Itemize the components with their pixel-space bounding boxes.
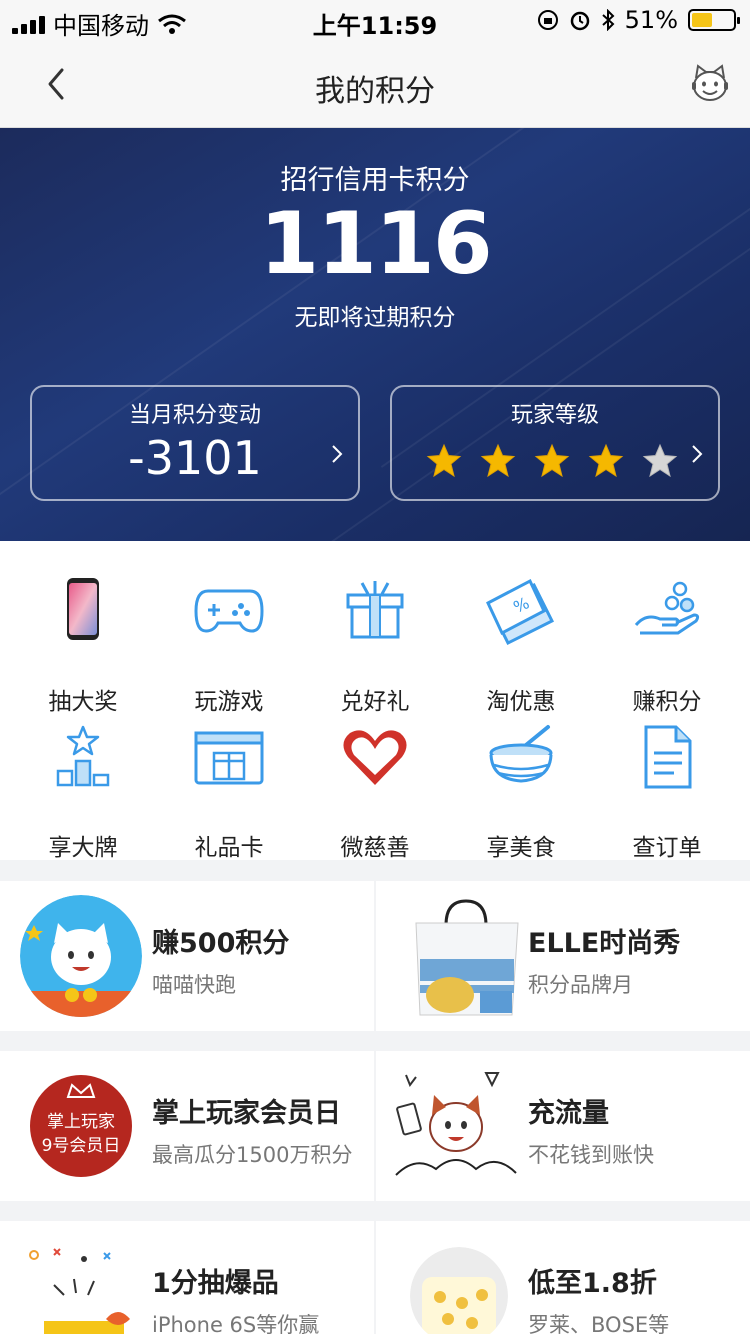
card-title: 赚500积分 bbox=[152, 928, 290, 959]
level-stars bbox=[426, 443, 678, 479]
promo-card-discount[interactable]: 低至1.8折 罗莱、BOSE等 bbox=[376, 1221, 750, 1334]
star-filled-icon bbox=[534, 443, 570, 478]
promo-card-lucky-draw[interactable]: 1分抽爆品 iPhone 6S等你赢 bbox=[0, 1221, 374, 1334]
customer-service-avatar-icon[interactable] bbox=[688, 62, 732, 106]
grid-label: 玩游戏 bbox=[194, 689, 264, 715]
blanket-image bbox=[410, 1247, 508, 1334]
crown-cat-icon bbox=[66, 1083, 96, 1098]
nav-bar: 我的积分 bbox=[0, 40, 750, 128]
gift-icon bbox=[346, 581, 404, 639]
grid-label: 享大牌 bbox=[48, 835, 118, 861]
grid-label: 查订单 bbox=[632, 835, 702, 861]
star-filled-icon bbox=[426, 443, 462, 478]
bluetooth-icon bbox=[601, 9, 615, 31]
grid-label: 礼品卡 bbox=[194, 835, 264, 861]
grid-item-charity[interactable]: 微慈善 bbox=[302, 723, 448, 863]
card-subtitle: 积分品牌月 bbox=[528, 973, 633, 997]
promo-card-run[interactable]: 赚500积分 喵喵快跑 bbox=[0, 881, 374, 1031]
document-icon bbox=[644, 725, 692, 789]
grid-item-brands[interactable]: 享大牌 bbox=[10, 723, 156, 863]
card-title: 低至1.8折 bbox=[528, 1268, 657, 1299]
battery-percent: 51% bbox=[624, 6, 678, 34]
monthly-change-label: 当月积分变动 bbox=[128, 403, 261, 428]
card-subtitle: iPhone 6S等你赢 bbox=[152, 1313, 320, 1334]
expiring-points-note: 无即将过期积分 bbox=[294, 305, 456, 331]
grid-label: 享美食 bbox=[486, 835, 556, 861]
status-bar: 中国移动 上午11:59 51% bbox=[0, 0, 750, 40]
status-right: 51% bbox=[537, 6, 740, 34]
grid-item-gift-card[interactable]: 礼品卡 bbox=[156, 723, 302, 863]
battery-icon bbox=[688, 9, 740, 31]
grid-label: 兑好礼 bbox=[340, 689, 410, 715]
quick-action-grid: 抽大奖 玩游戏 兑好礼 % 淘优惠 赚积分 享大牌 礼品卡 微慈善 享美食 查订… bbox=[0, 541, 750, 860]
points-hero: 招行信用卡积分 1116 无即将过期积分 当月积分变动 -3101 玩家等级 bbox=[0, 128, 750, 541]
grid-item-orders[interactable]: 查订单 bbox=[594, 723, 740, 863]
running-cat-image bbox=[20, 895, 142, 1017]
card-title: 掌上玩家会员日 bbox=[152, 1098, 341, 1129]
promo-card-member-day[interactable]: 掌上玩家 9号会员日 掌上玩家会员日 最高瓜分1500万积分 bbox=[0, 1051, 374, 1201]
player-level-card[interactable]: 玩家等级 bbox=[390, 385, 720, 501]
rotation-lock-icon bbox=[537, 10, 558, 30]
coupon-icon: % bbox=[486, 578, 555, 646]
member-day-badge: 掌上玩家 9号会员日 bbox=[30, 1075, 132, 1177]
podium-star-icon bbox=[56, 725, 110, 787]
card-title: 1分抽爆品 bbox=[152, 1268, 279, 1299]
badge-line-2: 9号会员日 bbox=[41, 1136, 121, 1156]
bowl-icon bbox=[489, 725, 553, 783]
grid-label: 抽大奖 bbox=[48, 689, 118, 715]
grid-item-food[interactable]: 享美食 bbox=[448, 723, 594, 863]
card-subtitle: 不花钱到账快 bbox=[528, 1143, 654, 1167]
coins-hand-icon bbox=[634, 581, 700, 635]
grid-item-lottery[interactable]: 抽大奖 bbox=[10, 577, 156, 717]
card-title: ELLE时尚秀 bbox=[528, 928, 681, 959]
gamepad-icon bbox=[194, 589, 264, 633]
card-subtitle: 喵喵快跑 bbox=[152, 973, 236, 997]
star-filled-icon bbox=[480, 443, 516, 478]
grid-item-deals[interactable]: % 淘优惠 bbox=[448, 577, 594, 717]
alarm-icon bbox=[570, 11, 589, 31]
points-value: 1116 bbox=[259, 194, 492, 294]
heart-icon bbox=[343, 730, 407, 785]
star-empty-icon bbox=[642, 443, 678, 478]
tote-bag-image bbox=[415, 899, 519, 1016]
gift-card-icon bbox=[194, 731, 264, 785]
grid-label: 赚积分 bbox=[632, 689, 702, 715]
grid-item-gifts[interactable]: 兑好礼 bbox=[302, 577, 448, 717]
badge-line-1: 掌上玩家 bbox=[47, 1112, 115, 1132]
grid-label: 微慈善 bbox=[340, 835, 410, 861]
page-title: 我的积分 bbox=[315, 74, 435, 109]
cat-phone-image bbox=[395, 1072, 517, 1176]
grid-item-games[interactable]: 玩游戏 bbox=[156, 577, 302, 717]
card-title: 充流量 bbox=[528, 1098, 609, 1129]
gift-box-image bbox=[29, 1248, 130, 1334]
promo-card-data-topup[interactable]: 充流量 不花钱到账快 bbox=[376, 1051, 750, 1201]
chevron-right-icon bbox=[692, 445, 703, 463]
promo-card-elle[interactable]: ELLE时尚秀 积分品牌月 bbox=[376, 881, 750, 1031]
card-subtitle: 最高瓜分1500万积分 bbox=[152, 1143, 353, 1167]
star-filled-icon bbox=[588, 443, 624, 478]
points-title: 招行信用卡积分 bbox=[280, 165, 470, 196]
phone-icon bbox=[67, 578, 99, 640]
monthly-change-value: -3101 bbox=[128, 431, 262, 485]
monthly-change-card[interactable]: 当月积分变动 -3101 bbox=[30, 385, 360, 501]
chevron-right-icon bbox=[332, 445, 343, 463]
player-level-label: 玩家等级 bbox=[510, 403, 599, 428]
grid-item-earn-points[interactable]: 赚积分 bbox=[594, 577, 740, 717]
card-subtitle: 罗莱、BOSE等 bbox=[528, 1313, 670, 1334]
grid-label: 淘优惠 bbox=[486, 689, 556, 715]
